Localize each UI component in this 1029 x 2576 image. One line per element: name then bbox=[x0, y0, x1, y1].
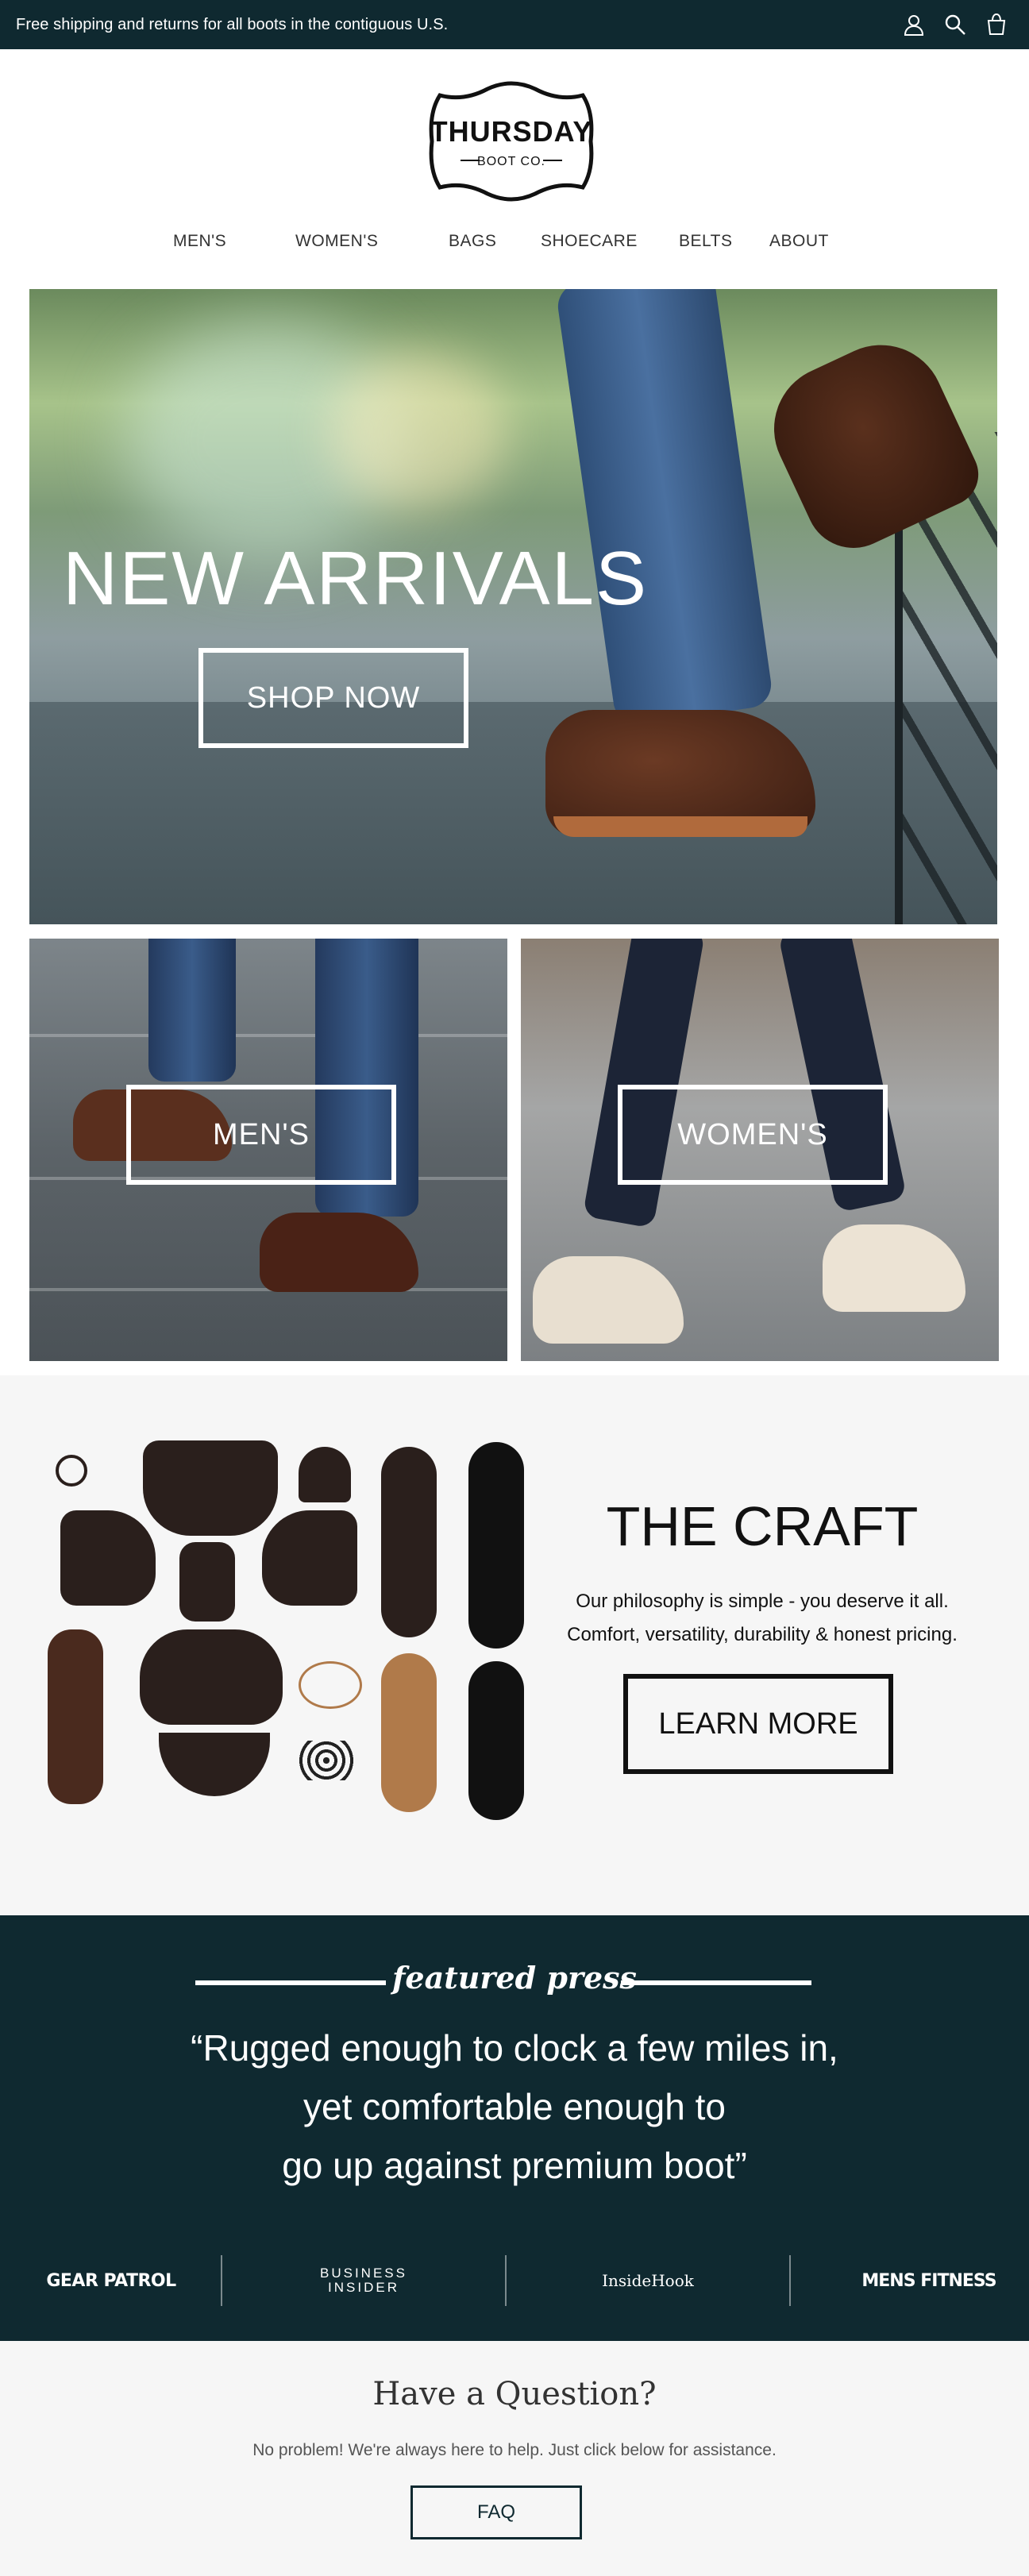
brand-subname: BOOT CO. bbox=[477, 155, 545, 168]
shop-now-button[interactable]: SHOP NOW bbox=[198, 648, 468, 748]
faq-text: No problem! We're always here to help. J… bbox=[252, 2441, 777, 2459]
featured-press-section: featured press “Rugged enough to clock a… bbox=[0, 1915, 1029, 2341]
header-icons bbox=[902, 13, 1008, 37]
hero-title: NEW ARRIVALS bbox=[63, 536, 649, 621]
hero-bokeh-light bbox=[331, 353, 506, 511]
nav-about[interactable]: ABOUT bbox=[769, 232, 829, 251]
account-icon[interactable] bbox=[902, 13, 926, 37]
womens-category-tile[interactable]: WOMEN'S bbox=[521, 939, 999, 1361]
learn-more-button[interactable]: LEARN MORE bbox=[623, 1674, 893, 1774]
faq-section: Have a Question? No problem! We're alway… bbox=[0, 2341, 1029, 2576]
hero-street bbox=[29, 702, 997, 924]
mens-jeans-left bbox=[148, 939, 236, 1082]
craft-section: THE CRAFT Our philosophy is simple - you… bbox=[0, 1375, 1029, 1915]
faq-button[interactable]: FAQ bbox=[410, 2485, 582, 2539]
nav-womens[interactable]: WOMEN'S bbox=[295, 232, 378, 251]
press-label-text: featured press bbox=[392, 1960, 637, 1996]
nav-belts[interactable]: BELTS bbox=[679, 232, 732, 251]
womens-bootie-right bbox=[823, 1224, 965, 1312]
hero-boot-front bbox=[545, 710, 815, 837]
cart-icon[interactable] bbox=[985, 13, 1008, 37]
logo-separator bbox=[505, 2255, 507, 2306]
press-label: featured press bbox=[0, 1960, 1029, 1996]
main-nav: MEN'S WOMEN'S BAGS SHOECARE BELTS ABOUT bbox=[0, 232, 1029, 264]
business-insider-logo[interactable]: BUSINESS INSIDER bbox=[252, 2255, 475, 2306]
brand-logo[interactable]: THURSDAY BOOT CO. bbox=[416, 81, 607, 202]
divider-line bbox=[621, 1980, 811, 1985]
gear-patrol-logo[interactable]: GEAR PATROL bbox=[0, 2255, 222, 2306]
craft-title: THE CRAFT bbox=[606, 1495, 919, 1557]
womens-button[interactable]: WOMEN'S bbox=[618, 1085, 888, 1185]
faq-title: Have a Question? bbox=[372, 2376, 657, 2412]
craft-line-2: Comfort, versatility, durability & hones… bbox=[567, 1624, 958, 1645]
hero-jeans-leg bbox=[555, 289, 774, 727]
womens-bootie-left bbox=[533, 1256, 684, 1344]
quote-line-3: go up against premium boot” bbox=[282, 2145, 747, 2186]
announcement-text: Free shipping and returns for all boots … bbox=[16, 15, 449, 33]
divider-line bbox=[195, 1980, 386, 1985]
womens-jeans-left bbox=[582, 939, 706, 1228]
craft-copy-column: THE CRAFT Our philosophy is simple - you… bbox=[548, 1375, 977, 1915]
nav-mens[interactable]: MEN'S bbox=[173, 232, 226, 251]
logo-separator bbox=[789, 2255, 791, 2306]
stair-edge bbox=[29, 1034, 507, 1037]
mens-boot-right bbox=[260, 1213, 418, 1292]
insidehook-logo[interactable]: InsideHook bbox=[537, 2255, 759, 2306]
announcement-bar: Free shipping and returns for all boots … bbox=[0, 0, 1029, 49]
craft-text: Our philosophy is simple - you deserve i… bbox=[548, 1585, 977, 1652]
hero-banner[interactable]: NEW ARRIVALS SHOP NOW bbox=[29, 289, 997, 924]
quote-line-1: “Rugged enough to clock a few miles in, bbox=[191, 2027, 838, 2069]
mens-button[interactable]: MEN'S bbox=[126, 1085, 396, 1185]
mens-category-tile[interactable]: MEN'S bbox=[29, 939, 507, 1361]
press-quote: “Rugged enough to clock a few miles in, … bbox=[0, 2019, 1029, 2195]
logo-separator bbox=[221, 2255, 222, 2306]
nav-shoecare[interactable]: SHOECARE bbox=[541, 232, 638, 251]
craft-line-1: Our philosophy is simple - you deserve i… bbox=[576, 1591, 949, 1612]
boot-parts-image bbox=[32, 1423, 540, 1868]
mens-fitness-logo[interactable]: MENS FITNESS bbox=[818, 2255, 1029, 2306]
quote-line-2: yet comfortable enough to bbox=[303, 2086, 726, 2127]
press-logos: GEAR PATROL BUSINESS INSIDER InsideHook … bbox=[0, 2255, 1029, 2306]
brand-name: THURSDAY bbox=[430, 115, 593, 148]
nav-bags[interactable]: BAGS bbox=[449, 232, 496, 251]
search-icon[interactable] bbox=[943, 13, 967, 37]
